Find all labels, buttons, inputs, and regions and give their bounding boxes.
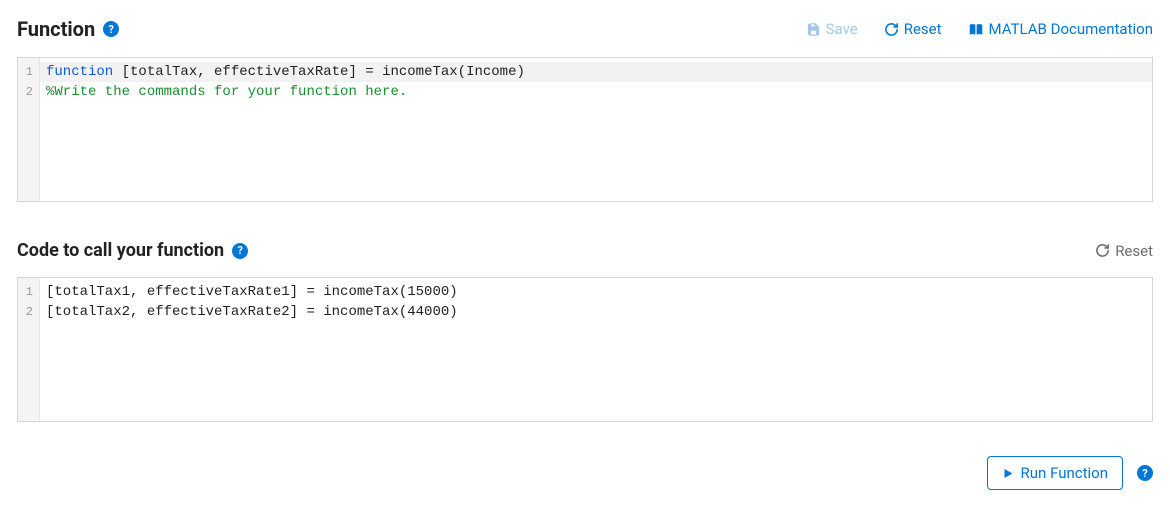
function-title-wrap: Function ? [17, 17, 119, 41]
line-number: 2 [22, 302, 33, 322]
help-icon[interactable]: ? [1137, 465, 1153, 481]
function-editor[interactable]: 1 2 function [totalTax, effectiveTaxRate… [17, 57, 1153, 202]
line-number: 2 [22, 82, 33, 102]
call-reset-button[interactable]: Reset [1095, 242, 1153, 260]
code-text: [totalTax1, effectiveTaxRate1] = incomeT… [46, 284, 458, 300]
call-gutter: 1 2 [18, 278, 40, 421]
code-line[interactable]: %Write the commands for your function he… [40, 82, 1152, 102]
footer: Run Function ? [17, 456, 1153, 490]
call-toolbar: Reset [1095, 242, 1153, 260]
docs-label: MATLAB Documentation [989, 20, 1153, 38]
code-line[interactable]: function [totalTax, effectiveTaxRate] = … [40, 62, 1152, 82]
line-number: 1 [22, 62, 33, 82]
reset-icon [884, 22, 899, 37]
code-text: [totalTax, effectiveTaxRate] = incomeTax… [113, 64, 525, 80]
docs-button[interactable]: MATLAB Documentation [968, 20, 1153, 38]
call-title: Code to call your function [17, 240, 224, 261]
call-reset-label: Reset [1115, 242, 1153, 260]
reset-button[interactable]: Reset [884, 20, 942, 38]
function-header: Function ? Save Reset [17, 17, 1153, 41]
book-icon [968, 22, 984, 37]
line-number: 1 [22, 282, 33, 302]
reset-label: Reset [904, 20, 942, 38]
run-label: Run Function [1021, 464, 1108, 482]
call-header: Code to call your function ? Reset [17, 240, 1153, 261]
call-editor[interactable]: 1 2 [totalTax1, effectiveTaxRate1] = inc… [17, 277, 1153, 422]
save-button[interactable]: Save [806, 20, 858, 38]
function-title: Function [17, 17, 95, 41]
reset-icon [1095, 243, 1110, 258]
play-icon [1002, 467, 1014, 480]
help-icon[interactable]: ? [232, 243, 248, 259]
save-icon [806, 22, 821, 37]
call-code-body[interactable]: [totalTax1, effectiveTaxRate1] = incomeT… [40, 278, 1152, 421]
function-code-body[interactable]: function [totalTax, effectiveTaxRate] = … [40, 58, 1152, 201]
call-title-wrap: Code to call your function ? [17, 240, 248, 261]
code-line[interactable]: [totalTax1, effectiveTaxRate1] = incomeT… [40, 282, 1152, 302]
keyword-token: function [46, 64, 113, 80]
code-line[interactable]: [totalTax2, effectiveTaxRate2] = incomeT… [40, 302, 1152, 322]
comment-token: %Write the commands for your function he… [46, 84, 407, 100]
save-label: Save [826, 20, 858, 38]
function-gutter: 1 2 [18, 58, 40, 201]
function-toolbar: Save Reset MATLAB Documentation [806, 20, 1153, 38]
help-icon[interactable]: ? [103, 21, 119, 37]
run-function-button[interactable]: Run Function [987, 456, 1123, 490]
code-text: [totalTax2, effectiveTaxRate2] = incomeT… [46, 304, 458, 320]
